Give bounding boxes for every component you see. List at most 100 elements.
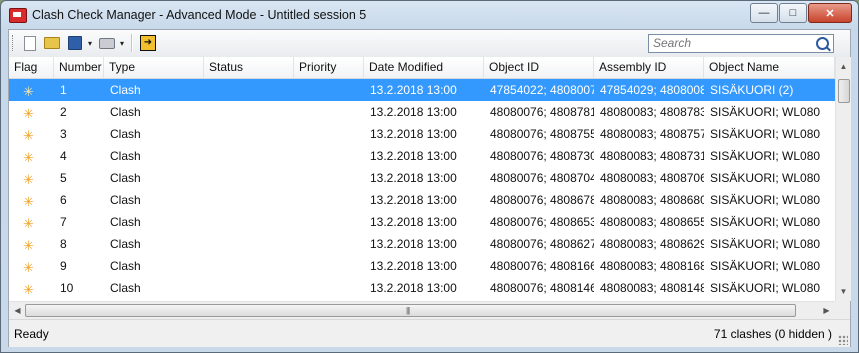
scroll-down-icon[interactable]: ▼ bbox=[836, 284, 851, 299]
column-header-object-id[interactable]: Object ID bbox=[484, 57, 594, 78]
cell-assembly-id: 48080083; 48087318 bbox=[600, 149, 704, 163]
horizontal-scrollbar[interactable]: ◀ ||| ▶ bbox=[9, 301, 835, 319]
table-row[interactable]: 10 Clash 13.2.2018 13:00 48080076; 48081466… bbox=[9, 277, 835, 299]
cell-date-modified: 13.2.2018 13:00 bbox=[370, 83, 457, 97]
window-title: Clash Check Manager - Advanced Mode - Un… bbox=[32, 8, 367, 22]
window-controls: — □ ✕ bbox=[749, 3, 852, 23]
cell-priority bbox=[294, 79, 364, 101]
cell-assembly-id: 47854029; 48080083 bbox=[600, 83, 704, 97]
cell-object-id: 47854022; 48080076 bbox=[490, 83, 594, 97]
search-icon[interactable] bbox=[816, 37, 829, 50]
table-row[interactable]: 2 Clash 13.2.2018 13:00 48080076; 48087812 4… bbox=[9, 101, 835, 123]
title-bar[interactable]: Clash Check Manager - Advanced Mode - Un… bbox=[1, 1, 858, 29]
close-button[interactable]: ✕ bbox=[808, 3, 852, 23]
clash-flag-icon[interactable] bbox=[23, 103, 35, 123]
search-box[interactable] bbox=[648, 34, 834, 53]
scroll-left-icon[interactable]: ◀ bbox=[10, 303, 25, 318]
cell-flag bbox=[9, 189, 54, 211]
print-dropdown-arrow-icon[interactable]: ▾ bbox=[117, 34, 127, 52]
cell-date-modified: 13.2.2018 13:00 bbox=[370, 193, 457, 207]
cell-number: 4 bbox=[60, 149, 67, 163]
scroll-thumb-grip: ||| bbox=[406, 306, 410, 315]
cell-number: 1 bbox=[60, 83, 67, 97]
table-row[interactable]: 4 Clash 13.2.2018 13:00 48080076; 48087300 4… bbox=[9, 145, 835, 167]
cell-assembly-id: 48080083; 48086294 bbox=[600, 237, 704, 251]
clash-flag-icon[interactable] bbox=[23, 191, 35, 211]
cell-object-id: 48080076; 48087812 bbox=[490, 105, 594, 119]
status-bar: Ready 71 clashes (0 hidden ) bbox=[9, 319, 850, 347]
clash-check-manager-window: Clash Check Manager - Advanced Mode - Un… bbox=[0, 0, 859, 353]
table-row[interactable]: 6 Clash 13.2.2018 13:00 48080076; 48086788 4… bbox=[9, 189, 835, 211]
cell-status bbox=[204, 189, 294, 211]
cell-date-modified: 13.2.2018 13:00 bbox=[370, 259, 457, 273]
save-dropdown-arrow-icon[interactable]: ▾ bbox=[85, 34, 95, 52]
toolbar-grip[interactable] bbox=[12, 35, 16, 51]
column-header-priority[interactable]: Priority bbox=[294, 57, 364, 78]
cell-assembly-id: 48080083; 48087062 bbox=[600, 171, 704, 185]
cell-object-name: SISÄKUORI; WL080 bbox=[710, 149, 821, 163]
cell-object-id: 48080076; 48087300 bbox=[490, 149, 594, 163]
print-icon[interactable] bbox=[98, 34, 116, 52]
cell-object-id: 48080076; 48086532 bbox=[490, 215, 594, 229]
column-header-date-modified[interactable]: Date Modified bbox=[364, 57, 484, 78]
cell-assembly-id: 48080083; 48081484 bbox=[600, 281, 704, 295]
scroll-right-icon[interactable]: ▶ bbox=[819, 303, 834, 318]
table-row[interactable]: 9 Clash 13.2.2018 13:00 48080076; 48081667 4… bbox=[9, 255, 835, 277]
save-icon[interactable] bbox=[66, 34, 84, 52]
new-document-icon[interactable] bbox=[21, 34, 39, 52]
table-row[interactable]: 8 Clash 13.2.2018 13:00 48080076; 48086276 4… bbox=[9, 233, 835, 255]
clash-flag-icon[interactable] bbox=[23, 279, 35, 299]
horizontal-scroll-thumb[interactable]: ||| bbox=[25, 304, 796, 317]
vertical-scroll-thumb[interactable] bbox=[838, 79, 850, 103]
cell-type: Clash bbox=[110, 193, 141, 207]
cell-type: Clash bbox=[110, 149, 141, 163]
open-folder-icon[interactable] bbox=[43, 34, 61, 52]
vertical-scrollbar[interactable]: ▲ ▼ bbox=[835, 57, 851, 301]
column-header-assembly-id[interactable]: Assembly ID bbox=[594, 57, 704, 78]
column-header-type[interactable]: Type bbox=[104, 57, 204, 78]
toolbar-separator bbox=[131, 34, 133, 52]
cell-number: 5 bbox=[60, 171, 67, 185]
client-area: ▾ ▾ Flag Number Type Status Priority Dat… bbox=[8, 29, 851, 347]
table-row[interactable]: 1 Clash 13.2.2018 13:00 47854022; 48080076 4… bbox=[9, 79, 835, 101]
scrollbar-corner bbox=[835, 301, 850, 318]
cell-object-id: 48080076; 48081667 bbox=[490, 259, 594, 273]
cell-priority bbox=[294, 167, 364, 189]
maximize-button[interactable]: □ bbox=[779, 3, 807, 23]
resize-grip-icon[interactable] bbox=[838, 335, 848, 345]
export-icon[interactable] bbox=[139, 34, 157, 52]
cell-flag bbox=[9, 79, 54, 101]
cell-type: Clash bbox=[110, 259, 141, 273]
cell-object-name: SISÄKUORI (2) bbox=[710, 83, 794, 97]
cell-flag bbox=[9, 277, 54, 299]
clash-table: Flag Number Type Status Priority Date Mo… bbox=[9, 57, 835, 301]
cell-priority bbox=[294, 101, 364, 123]
minimize-button[interactable]: — bbox=[750, 3, 778, 23]
table-row[interactable]: 5 Clash 13.2.2018 13:00 48080076; 48087044 4… bbox=[9, 167, 835, 189]
cell-object-id: 48080076; 48086788 bbox=[490, 193, 594, 207]
cell-date-modified: 13.2.2018 13:00 bbox=[370, 281, 457, 295]
table-row[interactable]: 3 Clash 13.2.2018 13:00 48080076; 48087556 4… bbox=[9, 123, 835, 145]
scroll-up-icon[interactable]: ▲ bbox=[836, 59, 851, 74]
column-header-object-name[interactable]: Object Name bbox=[704, 57, 835, 78]
table-row[interactable]: 7 Clash 13.2.2018 13:00 48080076; 48086532 4… bbox=[9, 211, 835, 233]
column-header-flag[interactable]: Flag bbox=[9, 57, 54, 78]
cell-object-id: 48080076; 48087044 bbox=[490, 171, 594, 185]
cell-priority bbox=[294, 255, 364, 277]
cell-assembly-id: 48080083; 48081685 bbox=[600, 259, 704, 273]
cell-number: 6 bbox=[60, 193, 67, 207]
clash-flag-icon[interactable] bbox=[23, 213, 35, 233]
clash-flag-icon[interactable] bbox=[23, 169, 35, 189]
cell-type: Clash bbox=[110, 237, 141, 251]
cell-flag bbox=[9, 211, 54, 233]
clash-flag-icon[interactable] bbox=[23, 81, 35, 101]
column-header-number[interactable]: Number bbox=[54, 57, 104, 78]
column-header-status[interactable]: Status bbox=[204, 57, 294, 78]
clash-flag-icon[interactable] bbox=[23, 235, 35, 255]
cell-status bbox=[204, 145, 294, 167]
clash-flag-icon[interactable] bbox=[23, 257, 35, 277]
clash-flag-icon[interactable] bbox=[23, 125, 35, 145]
search-input[interactable] bbox=[651, 35, 815, 51]
cell-object-name: SISÄKUORI; WL080 bbox=[710, 215, 821, 229]
clash-flag-icon[interactable] bbox=[23, 147, 35, 167]
